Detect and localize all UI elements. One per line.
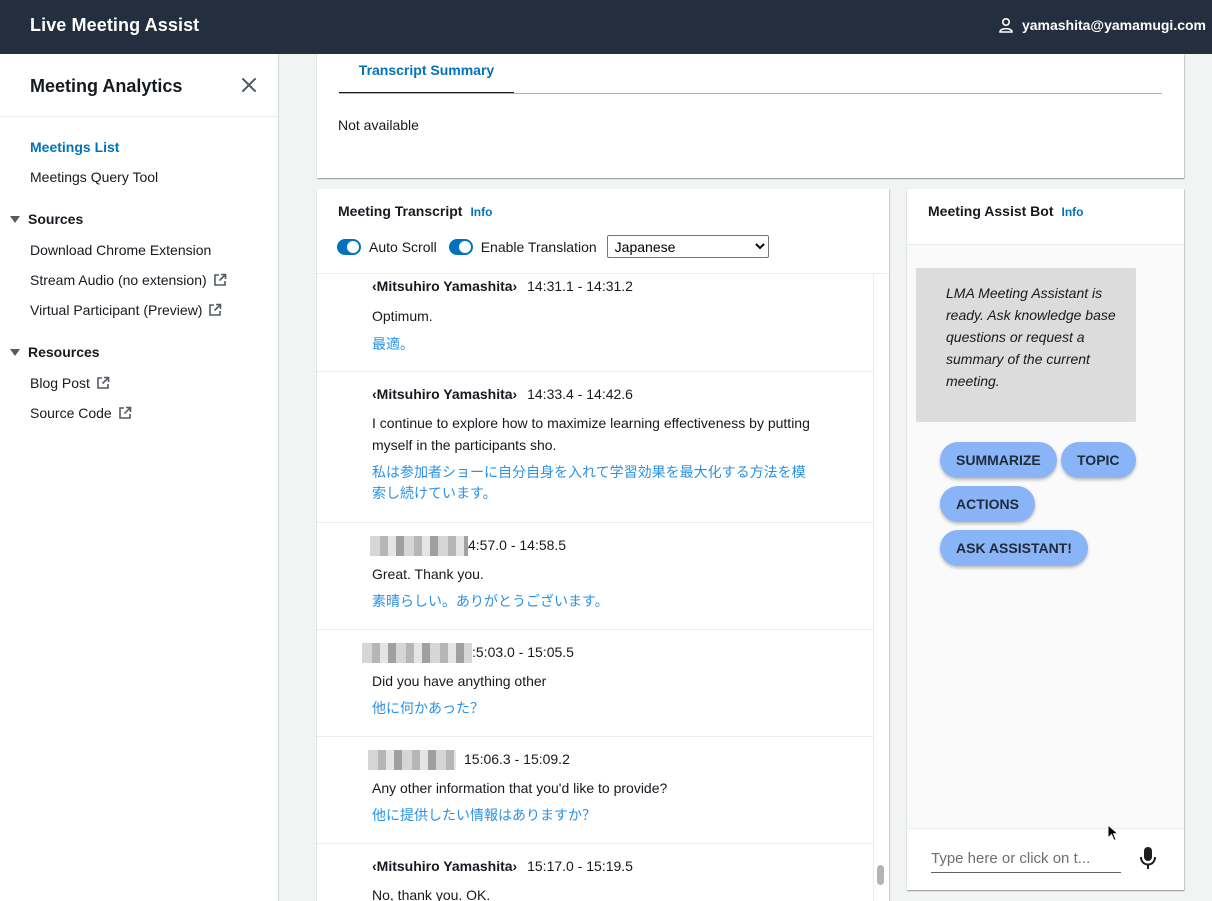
transcript-entry: 15:06.3 - 15:09.2 Any other information …: [317, 737, 873, 844]
tab-divider: [339, 93, 1162, 94]
tab-transcript-summary[interactable]: Transcript Summary: [339, 58, 514, 94]
top-navigation: Live Meeting Assist yamashita@yamamugi.c…: [0, 0, 1212, 54]
external-link-icon: [97, 376, 110, 389]
nav-item-label: Virtual Participant (Preview): [30, 302, 203, 318]
timestamp: 15:17.0 - 15:19.5: [527, 858, 633, 874]
nav-item-meetings-list[interactable]: Meetings List: [30, 139, 119, 155]
nav-item-source-code[interactable]: Source Code: [30, 405, 132, 421]
side-navigation: Meeting Analytics Meetings List Meetings…: [0, 54, 279, 901]
nav-item-label: Meetings Query Tool: [30, 169, 159, 185]
redacted-speaker: [368, 750, 456, 771]
entry-translation: 素晴らしい。ありがとうございます。: [372, 594, 609, 610]
nav-item-blog-post[interactable]: Blog Post: [30, 375, 110, 391]
timestamp: 14:31.1 - 14:31.2: [527, 278, 633, 294]
speaker-name: ‹Mitsuhiro Yamashita›: [372, 386, 518, 402]
transcript-entry: 4:57.0 - 14:58.5 Great. Thank you. 素晴らしい…: [317, 523, 873, 630]
nav-item-label: Stream Audio (no extension): [30, 272, 207, 288]
nav-item-label: Blog Post: [30, 375, 90, 391]
entry-text: Optimum.: [372, 308, 433, 324]
bot-message: LMA Meeting Assistant is ready. Ask know…: [916, 268, 1136, 422]
nav-item-meetings-query-tool[interactable]: Meetings Query Tool: [30, 169, 158, 185]
transcript-controls: Auto Scroll Enable Translation Japanese: [337, 235, 769, 258]
nav-section-resources[interactable]: Resources: [10, 344, 100, 360]
bot-header: Meeting Assist Bot Info: [907, 189, 1184, 245]
entry-text: Any other information that you'd like to…: [372, 780, 668, 796]
nav-divider: [0, 116, 278, 117]
speaker-name: ‹Mitsuhiro Yamashita›: [372, 278, 518, 294]
summary-content: Not available: [338, 117, 419, 133]
redacted-speaker: [362, 643, 472, 664]
section-label: Sources: [28, 211, 84, 227]
redacted-speaker: [370, 536, 468, 557]
timestamp: 4:57.0 - 14:58.5: [468, 537, 567, 553]
entry-text: Did you have anything other: [372, 673, 547, 689]
speaker-name: ‹Mitsuhiro Yamashita›: [372, 858, 518, 874]
nav-item-label: Download Chrome Extension: [30, 242, 212, 258]
auto-scroll-toggle[interactable]: [337, 238, 361, 255]
external-link-icon: [209, 303, 222, 316]
caret-down-icon: [10, 215, 20, 223]
external-link-icon: [213, 273, 226, 286]
entry-translation: 他に提供したい情報はありますか？: [372, 808, 596, 824]
user-email: yamashita@yamamugi.com: [1021, 17, 1206, 33]
entry-text: Great. Thank you.: [372, 566, 484, 582]
app-title[interactable]: Live Meeting Assist: [30, 15, 199, 36]
nav-item-stream-audio[interactable]: Stream Audio (no extension): [30, 272, 227, 288]
bot-title: Meeting Assist Bot: [928, 203, 1054, 219]
translation-label: Enable Translation: [480, 238, 597, 255]
bot-title-row: Meeting Assist Bot Info: [928, 203, 1084, 219]
entry-header: ‹Mitsuhiro Yamashita› 15:17.0 - 15:19.5: [372, 856, 873, 876]
language-select[interactable]: Japanese: [606, 235, 769, 258]
transcript-entry: ‹Mitsuhiro Yamashita› 14:31.1 - 14:31.2 …: [317, 274, 873, 372]
microphone-icon[interactable]: [1139, 846, 1157, 870]
timestamp: 15:06.3 - 15:09.2: [464, 751, 570, 767]
entry-header: 15:06.3 - 15:09.2: [368, 749, 873, 771]
scrollbar-track[interactable]: [873, 274, 874, 901]
meeting-assist-bot-panel: Meeting Assist Bot Info LMA Meeting Assi…: [907, 189, 1184, 890]
entry-header: 4:57.0 - 14:58.5: [370, 535, 873, 557]
entry-translation: 私は参加者ショーに自分自身を入れて学習効果を最大化する方法を模索し続けています。: [372, 465, 806, 502]
entry-text: I continue to explore how to maximize le…: [372, 415, 810, 453]
meeting-transcript-panel: Meeting Transcript Info Auto Scroll Enab…: [317, 189, 889, 901]
user-icon: [999, 17, 1013, 33]
mouse-cursor-icon: [1107, 824, 1119, 842]
entry-translation: 他に何かあった？: [372, 701, 484, 717]
bot-info-link[interactable]: Info: [1062, 205, 1084, 219]
transcript-header: Meeting Transcript Info: [338, 203, 492, 219]
entry-header: ‹Mitsuhiro Yamashita› 14:33.4 - 14:42.6: [372, 384, 873, 404]
transcript-entry: ‹Mitsuhiro Yamashita› 15:17.0 - 15:19.5 …: [317, 844, 873, 901]
entry-header: :5:03.0 - 15:05.5: [362, 642, 873, 664]
translation-toggle[interactable]: [448, 238, 473, 255]
bot-input-area: [907, 828, 1184, 890]
external-link-icon: [118, 406, 132, 419]
topic-button[interactable]: TOPIC: [1061, 442, 1136, 478]
scrollbar-thumb[interactable]: [877, 865, 884, 885]
transcript-info-link[interactable]: Info: [470, 205, 492, 219]
entry-header: ‹Mitsuhiro Yamashita› 14:31.1 - 14:31.2: [372, 276, 873, 296]
section-label: Resources: [28, 344, 100, 360]
timestamp: 14:33.4 - 14:42.6: [527, 386, 633, 402]
ask-assistant-button[interactable]: ASK ASSISTANT!: [940, 530, 1088, 566]
timestamp: :5:03.0 - 15:05.5: [472, 644, 574, 660]
close-icon[interactable]: [240, 76, 258, 94]
transcript-title: Meeting Transcript: [338, 203, 463, 219]
summarize-button[interactable]: SUMMARIZE: [940, 442, 1057, 478]
nav-section-sources[interactable]: Sources: [10, 211, 83, 227]
auto-scroll-label: Auto Scroll: [369, 238, 437, 255]
nav-item-label: Source Code: [30, 405, 112, 421]
nav-header: Meeting Analytics: [30, 76, 183, 96]
nav-item-virtual-participant[interactable]: Virtual Participant (Preview): [30, 302, 222, 318]
entry-text: No, thank you. OK.: [372, 887, 491, 901]
caret-down-icon: [10, 348, 20, 356]
transcript-list[interactable]: ‹Mitsuhiro Yamashita› 14:31.1 - 14:31.2 …: [317, 274, 873, 901]
bot-message-input[interactable]: [931, 845, 1121, 873]
user-menu[interactable]: yamashita@yamamugi.com: [998, 17, 1206, 33]
transcript-summary-panel: Transcript Summary Not available: [317, 54, 1184, 178]
actions-button[interactable]: ACTIONS: [940, 486, 1035, 522]
transcript-entry: ‹Mitsuhiro Yamashita› 14:33.4 - 14:42.6 …: [317, 372, 873, 523]
nav-item-download-chrome-extension[interactable]: Download Chrome Extension: [30, 242, 211, 258]
entry-translation: 最適。: [372, 337, 414, 353]
nav-item-label: Meetings List: [30, 139, 120, 155]
transcript-entry: :5:03.0 - 15:05.5 Did you have anything …: [317, 630, 873, 737]
